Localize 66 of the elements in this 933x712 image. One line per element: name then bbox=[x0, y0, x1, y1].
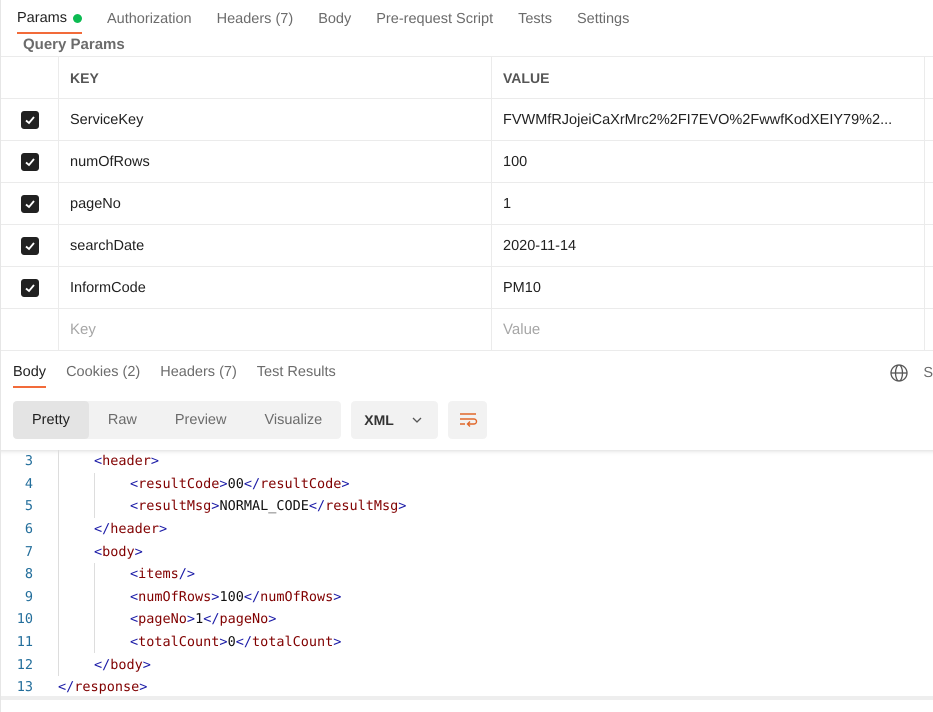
checkbox[interactable] bbox=[20, 152, 38, 170]
table-cell: pageNo bbox=[70, 196, 121, 212]
format-dropdown[interactable]: XML bbox=[351, 401, 438, 439]
code-line: <numOfRows>100</numOfRows> bbox=[130, 588, 342, 605]
line-number: 12 bbox=[16, 656, 34, 673]
tab-label[interactable]: S bbox=[923, 365, 933, 381]
request-tab[interactable]: Params bbox=[17, 10, 82, 34]
wrap-button[interactable] bbox=[448, 401, 488, 439]
request-tab[interactable]: Body bbox=[318, 10, 352, 34]
code-line: </header> bbox=[94, 521, 168, 538]
table-cell: ServiceKey bbox=[70, 112, 144, 128]
column-header: KEY bbox=[59, 57, 492, 98]
table-cell: 1 bbox=[503, 196, 512, 212]
table-cell: searchDate bbox=[70, 238, 144, 254]
view-mode-button[interactable]: Preview bbox=[156, 401, 246, 439]
code-line: <header> bbox=[94, 453, 160, 470]
code-line: </body> bbox=[94, 656, 151, 673]
line-number: 3 bbox=[24, 453, 34, 470]
request-tab[interactable]: Settings bbox=[576, 10, 630, 34]
chevron-icon bbox=[412, 417, 422, 423]
checkbox[interactable] bbox=[20, 194, 38, 212]
table-cell: numOfRows bbox=[70, 154, 150, 170]
response-tab[interactable]: Test Results bbox=[256, 364, 336, 388]
code-line: <resultCode>00</resultCode> bbox=[130, 476, 350, 492]
table-cell: InformCode bbox=[70, 280, 146, 296]
code-line: <totalCount>0</totalCount> bbox=[130, 634, 342, 650]
check-icon bbox=[24, 282, 36, 294]
table-cell: FVWMfRJojeiCaXrMrc2%2FI7EVO%2FwwfKodXEIY79%2... bbox=[503, 112, 892, 128]
request-tab[interactable]: Authorization bbox=[106, 10, 192, 34]
request-tab[interactable]: Tests bbox=[518, 10, 552, 34]
line-number: 4 bbox=[24, 476, 34, 492]
line-number: 5 bbox=[24, 498, 34, 514]
checkbox[interactable] bbox=[20, 236, 38, 254]
view-mode-button[interactable]: Pretty bbox=[13, 401, 89, 439]
response-tab[interactable]: Headers (7) bbox=[160, 364, 237, 388]
table-cell: PM10 bbox=[503, 280, 541, 296]
code-line: <items/> bbox=[130, 566, 196, 582]
table-cell: 2020-11-14 bbox=[503, 238, 576, 254]
response-tab[interactable]: Body bbox=[13, 364, 46, 388]
response-tab[interactable]: Cookies (2) bbox=[66, 364, 140, 388]
code-line: </response> bbox=[58, 679, 148, 696]
section-title: Query Params bbox=[22, 35, 126, 55]
check-icon bbox=[24, 114, 36, 126]
line-number: 13 bbox=[16, 679, 34, 696]
check-icon bbox=[24, 156, 36, 168]
globe-icon[interactable] bbox=[889, 363, 910, 383]
line-number: 7 bbox=[24, 544, 34, 560]
column-header: VALUE bbox=[492, 57, 925, 98]
checkbox[interactable] bbox=[20, 110, 38, 128]
view-mode-button[interactable]: Raw bbox=[88, 401, 156, 439]
table-cell: 100 bbox=[503, 154, 528, 170]
line-number: 8 bbox=[24, 566, 34, 582]
line-number: 11 bbox=[16, 634, 34, 650]
check-icon bbox=[24, 240, 36, 252]
line-number: 9 bbox=[24, 588, 34, 605]
request-tab[interactable]: Pre-request Script bbox=[376, 10, 494, 34]
view-mode-button[interactable]: Visualize bbox=[245, 401, 342, 439]
check-icon bbox=[24, 198, 36, 210]
line-number: 10 bbox=[16, 611, 34, 628]
checkbox[interactable] bbox=[20, 278, 38, 296]
request-tab[interactable]: Headers (7) bbox=[216, 10, 294, 34]
wrap-lines-icon bbox=[458, 412, 478, 428]
code-line: <resultMsg>NORMAL_CODE</resultMsg> bbox=[130, 498, 406, 514]
code-line: <body> bbox=[94, 544, 143, 560]
line-number: 6 bbox=[24, 521, 34, 538]
code-line: <pageNo>1</pageNo> bbox=[130, 611, 276, 628]
